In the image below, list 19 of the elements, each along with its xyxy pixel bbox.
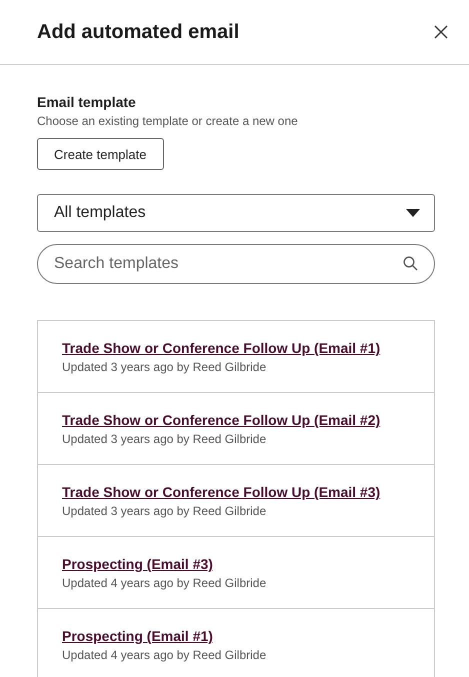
template-link[interactable]: Trade Show or Conference Follow Up (Email #1) xyxy=(62,339,380,357)
template-meta: Updated 3 years ago by Reed Gilbride xyxy=(62,431,268,447)
search-field[interactable]: Search templates xyxy=(37,244,435,284)
template-link[interactable]: Trade Show or Conference Follow Up (Email #2) xyxy=(62,411,380,429)
template-link[interactable]: Prospecting (Email #1) xyxy=(62,627,213,645)
section-help: Choose an existing template or create a new one xyxy=(37,114,299,129)
template-meta: Updated 3 years ago by Reed Gilbride xyxy=(62,503,268,519)
section-heading: Email template xyxy=(37,94,137,111)
template-link[interactable]: Trade Show or Conference Follow Up (Email #3) xyxy=(62,483,380,501)
template-filter-dropdown[interactable]: All templates xyxy=(37,194,435,232)
close-icon[interactable] xyxy=(433,24,449,40)
template-link[interactable]: Prospecting (Email #3) xyxy=(62,555,213,573)
search-icon xyxy=(403,256,418,271)
template-meta: Updated 4 years ago by Reed Gilbride xyxy=(62,575,268,591)
create-template-button[interactable]: Create template xyxy=(37,138,164,170)
dialog-title: Add automated email xyxy=(37,20,240,44)
template-meta: Updated 4 years ago by Reed Gilbride xyxy=(62,647,268,663)
template-meta: Updated 3 years ago by Reed Gilbride xyxy=(62,359,268,375)
caret-icon xyxy=(406,209,420,217)
